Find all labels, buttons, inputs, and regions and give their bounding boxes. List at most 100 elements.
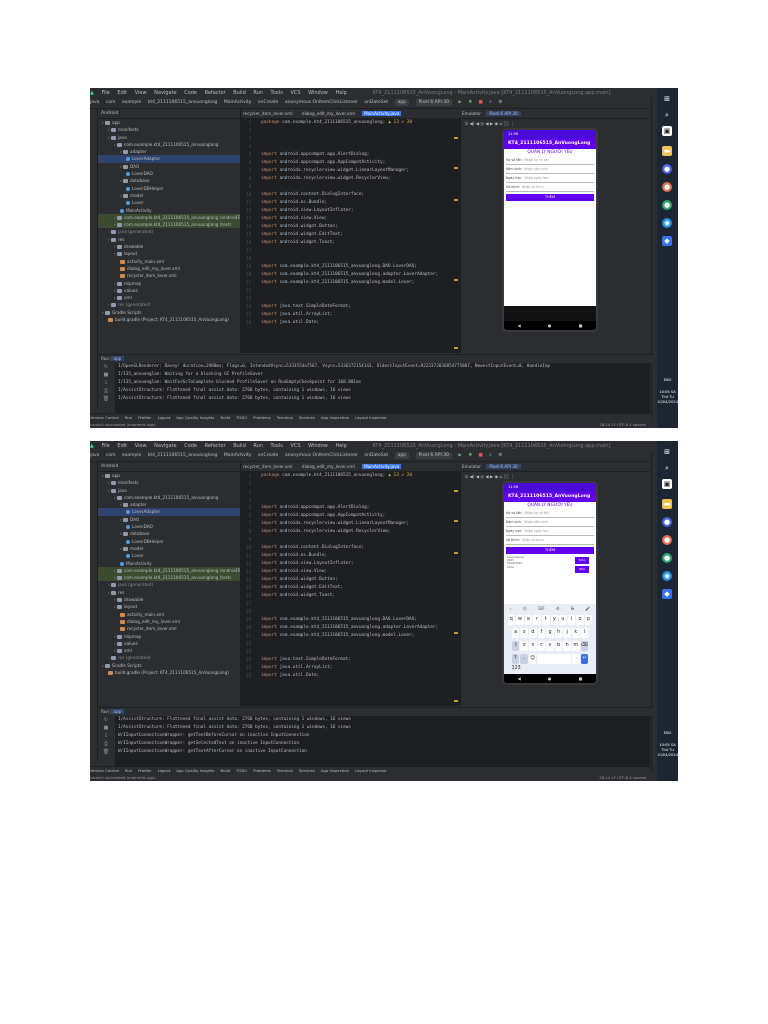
keyboard-key[interactable]: e bbox=[524, 615, 533, 625]
tree-item[interactable]: › adapter bbox=[98, 148, 240, 155]
menu-view[interactable]: View bbox=[135, 443, 147, 449]
tree-item[interactable]: build.gradle (Project: KT4_2111106515_An… bbox=[98, 316, 240, 323]
windows-start-icon[interactable]: ⊞ bbox=[662, 94, 672, 104]
menu-view[interactable]: View bbox=[135, 90, 147, 96]
space-key[interactable] bbox=[537, 654, 572, 664]
tree-item[interactable]: › DAO bbox=[98, 516, 240, 523]
tool-window-button[interactable]: Terminal bbox=[277, 768, 293, 773]
app-icon[interactable]: ◉ bbox=[662, 218, 672, 228]
edge-icon[interactable]: ● bbox=[662, 200, 672, 210]
tree-item[interactable]: › res (generated) bbox=[98, 301, 240, 308]
keyboard-key[interactable]: ↵ bbox=[580, 654, 589, 664]
menu-refactor[interactable]: Refactor bbox=[205, 443, 226, 449]
field-hobby[interactable]: Sở thích: Nhập sở thích bbox=[506, 183, 594, 192]
tool-window-button[interactable]: Layout Inspector bbox=[355, 415, 387, 420]
android-studio-icon[interactable]: ◆ bbox=[662, 236, 672, 246]
tool-window-button[interactable]: Logcat bbox=[158, 768, 171, 773]
keyboard-key[interactable]: f bbox=[537, 628, 546, 638]
recents-icon[interactable]: ■ bbox=[579, 321, 583, 330]
run-icon[interactable]: ▶ bbox=[458, 453, 461, 458]
breadcrumb-oncreate[interactable]: onCreate bbox=[258, 100, 279, 105]
tree-item[interactable]: › adapter bbox=[98, 501, 240, 508]
search-icon[interactable]: ⌕ bbox=[489, 100, 492, 105]
tree-item[interactable]: › res bbox=[98, 589, 240, 596]
tree-item[interactable]: LoverAdapter bbox=[98, 155, 240, 163]
tool-window-button[interactable]: Profiler bbox=[138, 415, 151, 420]
inspection-warning-badge[interactable]: ▲ 13 ✔ 20 bbox=[388, 473, 412, 478]
tool-window-button[interactable]: App Inspection bbox=[321, 415, 349, 420]
keyboard-key[interactable]: v bbox=[546, 641, 554, 651]
breadcrumb-mainactivity[interactable]: MainActivity bbox=[224, 453, 252, 458]
taskbar-lang[interactable]: ENG bbox=[657, 731, 678, 736]
tree-item[interactable]: LoverDBHelper bbox=[98, 185, 240, 192]
delete-button[interactable]: XÓA bbox=[575, 566, 589, 573]
windows-start-icon[interactable]: ⊞ bbox=[662, 447, 672, 457]
tree-item[interactable]: › app bbox=[98, 119, 240, 126]
tree-item[interactable]: Lover bbox=[98, 552, 240, 559]
field-date[interactable]: Ngày hẹn: Nhập ngày hẹn bbox=[506, 527, 594, 536]
keyboard-key[interactable]: x bbox=[529, 641, 537, 651]
breadcrumb-java[interactable]: java bbox=[90, 453, 99, 458]
breadcrumb-ondateset[interactable]: onDateSet bbox=[364, 100, 388, 105]
tree-item[interactable]: Lover bbox=[98, 199, 240, 206]
keyboard-key[interactable]: y bbox=[550, 615, 559, 625]
trash-icon[interactable]: 🗑 bbox=[98, 748, 114, 756]
keyboard-key[interactable]: s bbox=[520, 628, 529, 638]
keyboard-key[interactable]: w bbox=[516, 615, 524, 625]
debug-icon[interactable]: ✱ bbox=[468, 453, 472, 458]
project-view-select[interactable]: Android bbox=[98, 109, 240, 119]
menu-run[interactable]: Run bbox=[253, 443, 263, 449]
tree-item[interactable]: › Gradle Scripts bbox=[98, 662, 240, 669]
menu-window[interactable]: Window bbox=[308, 443, 328, 449]
print-icon[interactable]: ⎙ bbox=[98, 387, 114, 395]
tree-item[interactable]: › manifests bbox=[98, 126, 240, 133]
keyboard-tool-icon[interactable]: GIF bbox=[538, 604, 545, 613]
tree-item[interactable]: › Gradle Scripts bbox=[98, 309, 240, 316]
scroll-end-icon[interactable]: ⇩ bbox=[98, 379, 114, 387]
tool-window-button[interactable]: Logcat bbox=[158, 415, 171, 420]
file-explorer-icon[interactable]: ▬ bbox=[662, 499, 672, 509]
tool-window-button[interactable]: Build bbox=[221, 415, 231, 420]
tree-item[interactable]: › java bbox=[98, 134, 240, 141]
tree-item[interactable]: › com.example.kt4_2111106515_anvuonglong… bbox=[98, 213, 240, 222]
android-studio-icon[interactable]: ◆ bbox=[662, 589, 672, 599]
settings-icon[interactable]: ⚙ bbox=[498, 100, 502, 105]
rerun-icon[interactable]: ↻ bbox=[98, 363, 114, 371]
tree-item[interactable]: activity_main.xml bbox=[98, 611, 240, 618]
keyboard-tool-icon[interactable]: ☺ bbox=[523, 604, 527, 613]
menu-file[interactable]: File bbox=[101, 90, 109, 96]
tree-item[interactable]: › model bbox=[98, 192, 240, 199]
tree-item[interactable]: › values bbox=[98, 287, 240, 294]
tree-item[interactable]: › com.example.kt4_2111106515_anvuonglong… bbox=[98, 566, 240, 575]
tree-item[interactable]: MainActivity bbox=[98, 207, 240, 214]
keyboard-key[interactable]: ?123 bbox=[511, 654, 521, 671]
menu-navigate[interactable]: Navigate bbox=[154, 90, 176, 96]
search-icon[interactable]: ⌕ bbox=[489, 453, 492, 458]
menu-vcs[interactable]: VCS bbox=[290, 90, 300, 96]
tool-window-button[interactable]: Services bbox=[299, 415, 315, 420]
scrollbar-marker[interactable] bbox=[454, 137, 458, 139]
breadcrumb-example[interactable]: example bbox=[122, 453, 141, 458]
tree-item[interactable]: › com.example.kt4_2111106515_anvuonglong… bbox=[98, 574, 240, 582]
keyboard-tool-icon[interactable]: ‹ bbox=[510, 604, 512, 613]
scrollbar-marker[interactable] bbox=[454, 347, 458, 349]
menu-window[interactable]: Window bbox=[308, 90, 328, 96]
tree-item[interactable]: › model bbox=[98, 545, 240, 552]
browser-icon[interactable]: ● bbox=[662, 182, 672, 192]
tree-item[interactable]: › xml bbox=[98, 294, 240, 301]
tool-window-button[interactable]: Build bbox=[221, 768, 231, 773]
run-config-select[interactable]: app bbox=[394, 99, 410, 106]
keyboard-key[interactable]: z bbox=[520, 641, 529, 651]
tool-window-button[interactable]: Version Control bbox=[90, 415, 119, 420]
tool-window-button[interactable]: Problems bbox=[253, 415, 271, 420]
search-icon[interactable]: ⌕ bbox=[662, 463, 672, 473]
tree-item[interactable]: recycler_item_lover.xml bbox=[98, 625, 240, 632]
run-tab-app[interactable]: app bbox=[110, 709, 125, 714]
tree-item[interactable]: › com.example.kt4_2111106515_anvuonglong… bbox=[98, 221, 240, 229]
run-icon[interactable]: ▶ bbox=[458, 100, 461, 105]
tool-window-button[interactable]: Problems bbox=[253, 768, 271, 773]
scrollbar-marker[interactable] bbox=[454, 167, 458, 169]
tool-window-button[interactable]: Run bbox=[125, 768, 132, 773]
tree-item[interactable]: › xml bbox=[98, 647, 240, 654]
breadcrumb-mainactivity[interactable]: MainActivity bbox=[224, 100, 252, 105]
